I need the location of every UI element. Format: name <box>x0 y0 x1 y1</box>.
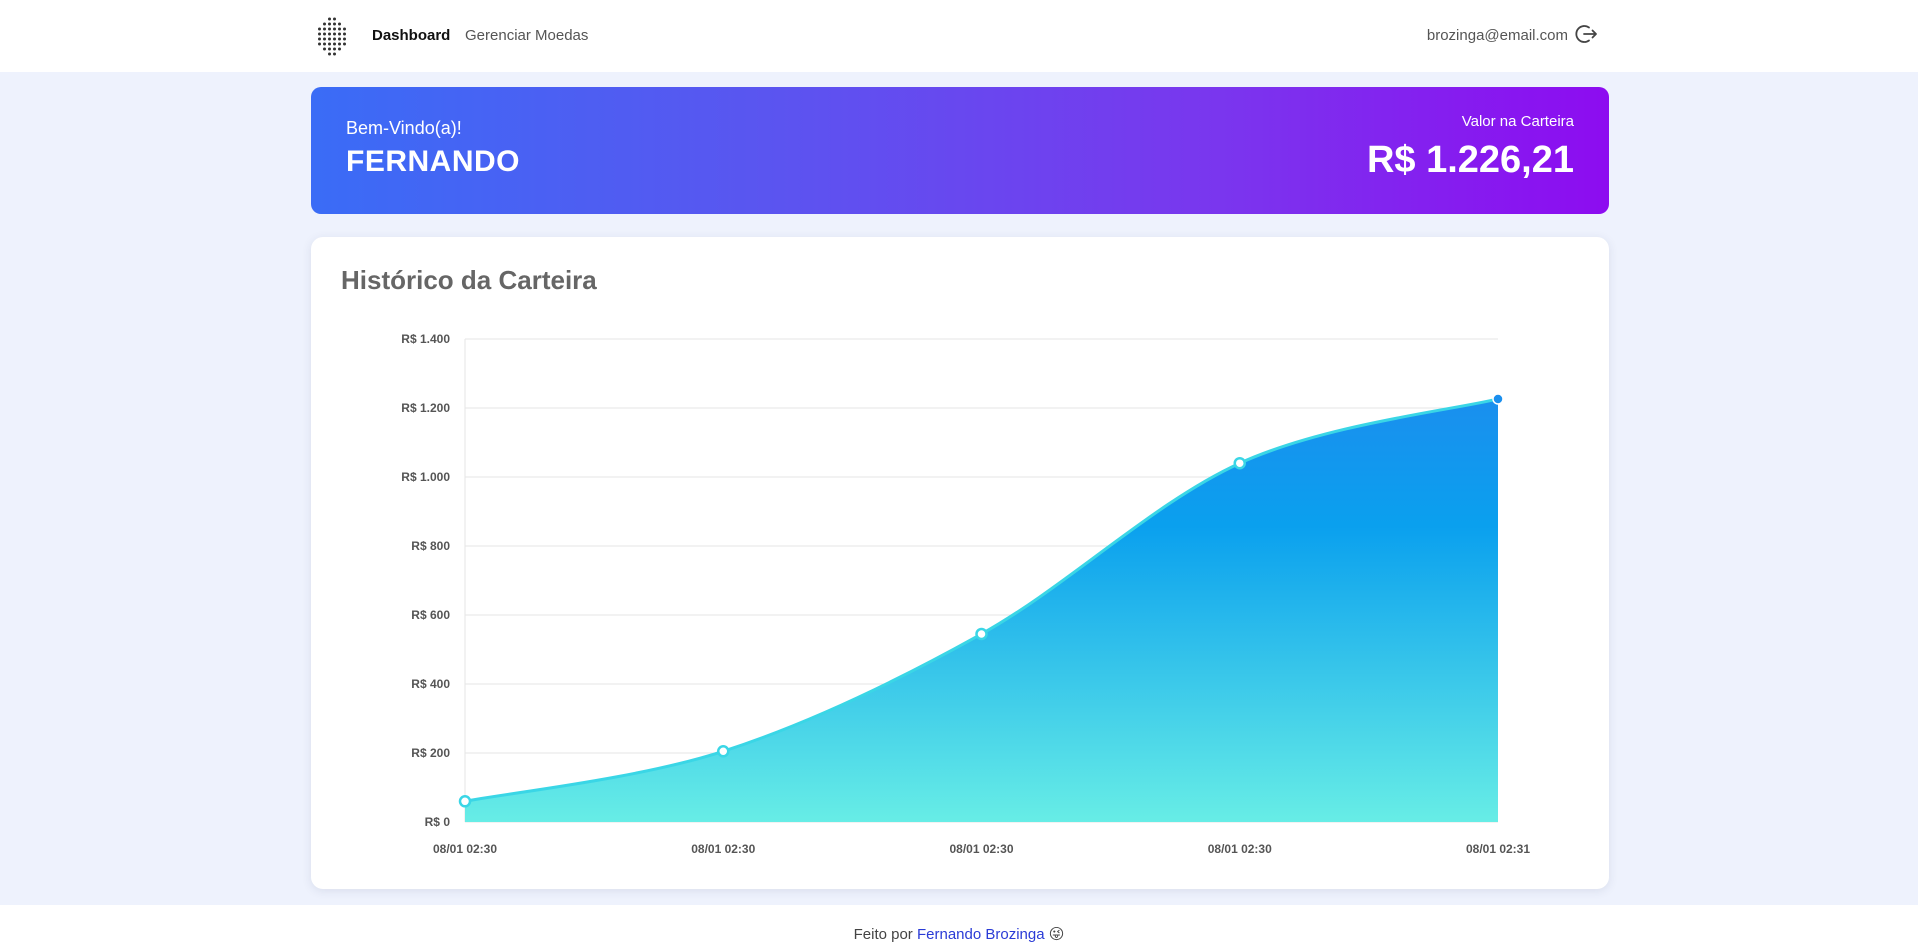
logo-dot <box>318 32 321 36</box>
y-tick-label: R$ 1.400 <box>401 332 450 346</box>
logo-dot <box>333 22 336 26</box>
x-tick-label: 08/01 02:30 <box>1208 842 1272 856</box>
logo-dot <box>338 47 341 51</box>
welcome-text: Bem-Vindo(a)! <box>346 118 462 138</box>
username: FERNANDO <box>346 145 520 178</box>
dotted-sphere-icon[interactable] <box>314 16 350 56</box>
logo-dot <box>323 22 326 26</box>
logo-dot <box>318 27 321 31</box>
y-tick-label: R$ 0 <box>425 815 451 829</box>
logo-dot <box>328 27 331 31</box>
nav-manage-coins-link[interactable]: Gerenciar Moedas <box>465 26 588 46</box>
y-tick-label: R$ 600 <box>411 608 450 622</box>
x-tick-label: 08/01 02:30 <box>433 842 497 856</box>
logo-dot <box>323 27 326 31</box>
logo-dot <box>338 37 341 41</box>
logo-dot <box>333 27 336 31</box>
logo-dot <box>343 27 346 31</box>
y-tick-label: R$ 800 <box>411 539 450 553</box>
x-tick-label: 08/01 02:30 <box>949 842 1013 856</box>
logo-dot <box>343 42 346 46</box>
y-tick-label: R$ 1.200 <box>401 401 450 415</box>
data-point[interactable] <box>458 795 472 808</box>
wallet-history-chart: R$ 0 R$ 200 R$ 400 R$ 600 R$ 800 R$ 1.000 R$ 1… <box>401 332 1530 856</box>
nav-dashboard-link[interactable]: Dashboard <box>372 26 450 46</box>
logo-dot <box>338 27 341 31</box>
wallet-value-label: Valor na Carteira <box>1461 113 1574 130</box>
logo-dot <box>318 42 321 46</box>
series-area <box>465 398 1498 822</box>
x-tick-label: 08/01 02:31 <box>1466 842 1530 856</box>
logo-dot <box>333 47 336 51</box>
logo-dot <box>338 32 341 36</box>
logo-dot <box>328 42 331 46</box>
logo-dot <box>328 47 331 51</box>
logo-dot <box>318 37 321 41</box>
welcome-banner: Bem-Vindo(a)! FERNANDO Valor na Carteira… <box>311 87 1609 214</box>
logo-dot <box>333 17 336 21</box>
data-point[interactable] <box>1492 393 1504 405</box>
logo-dot <box>323 37 326 41</box>
logo-dot <box>328 37 331 41</box>
logo-dot <box>328 17 331 21</box>
footer-prefix: Feito por <box>853 926 917 943</box>
logo-dot <box>333 42 336 46</box>
wallet-history-card: Histórico da Carteira R$ 0 R$ 200 R$ 400 R$… <box>311 237 1609 889</box>
x-tick-label: 08/01 02:30 <box>691 842 755 856</box>
data-point[interactable] <box>1233 456 1246 470</box>
logo-dot <box>333 52 336 56</box>
logo-dot <box>338 22 341 26</box>
logo-dot <box>328 52 331 56</box>
y-tick-label: R$ 1.000 <box>401 470 450 484</box>
footer-emoji: 😜 <box>1048 926 1065 943</box>
logo-dot <box>333 37 336 41</box>
data-point[interactable] <box>975 627 988 641</box>
footer: Feito por Fernando Brozinga 😜 <box>0 905 1918 943</box>
y-tick-label: R$ 400 <box>411 677 450 691</box>
logo-dot <box>323 42 326 46</box>
logout-icon[interactable] <box>1574 22 1598 46</box>
wallet-value: R$ 1.226,21 <box>1366 139 1574 181</box>
logo-dot <box>343 32 346 36</box>
logo-dot <box>338 42 341 46</box>
logo-dot <box>333 32 336 36</box>
logo-dot <box>323 47 326 51</box>
y-tick-label: R$ 200 <box>411 746 450 760</box>
top-navbar: Dashboard Gerenciar Moedas brozinga@emai… <box>0 0 1918 72</box>
logo-dot <box>323 32 326 36</box>
footer-author-link[interactable]: Fernando Brozinga <box>917 926 1045 943</box>
user-email: brozinga@email.com <box>1426 27 1568 44</box>
logo-dot <box>328 32 331 36</box>
data-point[interactable] <box>717 745 730 758</box>
logo-dot <box>328 22 331 26</box>
logo-dot <box>343 37 346 41</box>
